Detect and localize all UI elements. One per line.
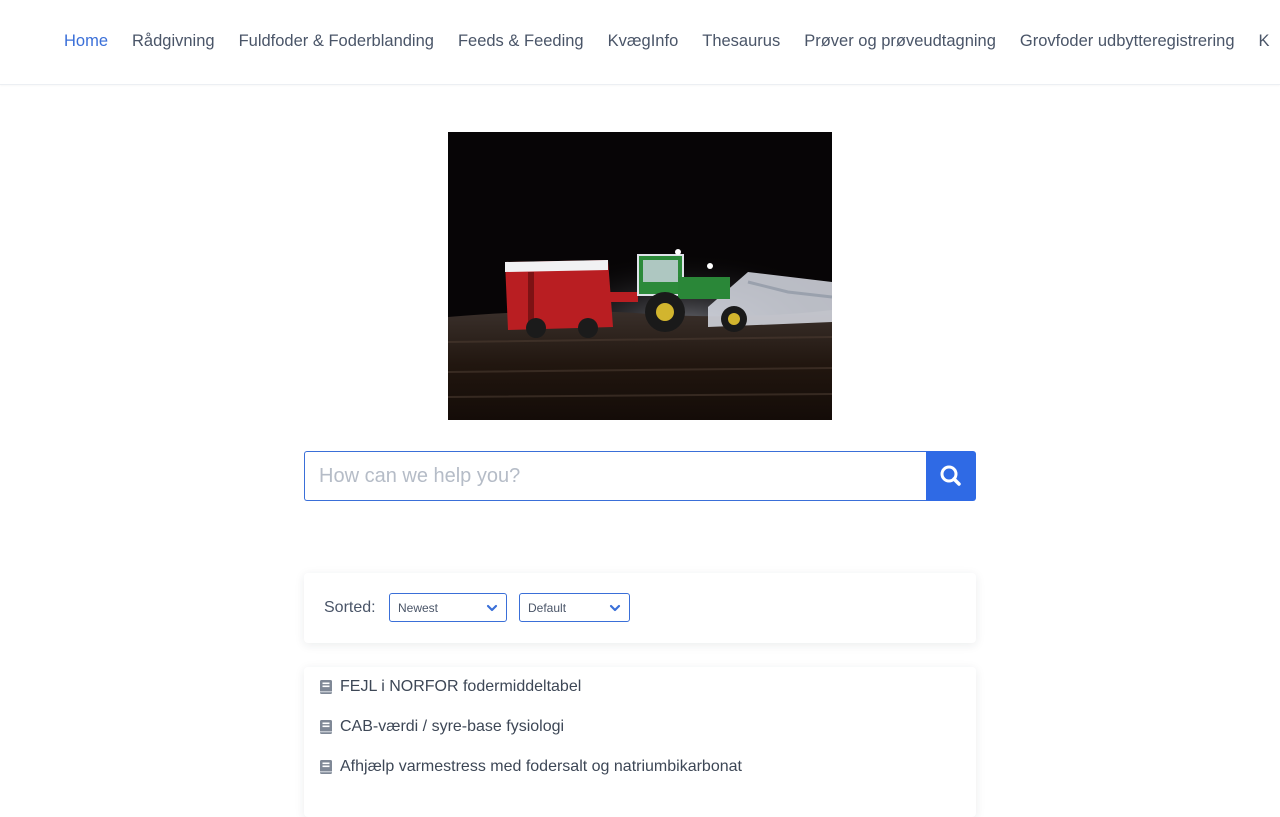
sort-order-value: Newest [398, 601, 439, 615]
nav-item-kvaeginfo[interactable]: KvægInfo [608, 31, 679, 51]
nav-item-radgivning[interactable]: Rådgivning [132, 31, 215, 51]
book-icon [320, 760, 332, 774]
hero-image [448, 132, 832, 420]
sort-view-select[interactable]: Default [519, 593, 630, 622]
article-title: CAB-værdi / syre-base fysiologi [340, 718, 565, 735]
top-navigation: Home Rådgivning Fuldfoder & Foderblandin… [0, 0, 1280, 85]
search-button[interactable] [926, 451, 976, 501]
sort-order-select[interactable]: Newest [389, 593, 507, 622]
article-list: FEJL i NORFOR fodermiddeltabel CAB-værdi… [304, 667, 976, 817]
nav-item-grovfoder[interactable]: Grovfoder udbytteregistrering [1020, 31, 1235, 51]
search-icon [940, 465, 961, 486]
sort-view-value: Default [528, 601, 567, 615]
nav-item-more[interactable]: K [1259, 31, 1270, 51]
sort-bar: Sorted: Newest Default [304, 573, 976, 643]
search-bar [304, 451, 976, 501]
nav-item-home[interactable]: Home [64, 31, 108, 51]
book-icon [320, 680, 332, 694]
nav-menu: Home Rådgivning Fuldfoder & Foderblandin… [64, 31, 1280, 51]
book-icon [320, 720, 332, 734]
chevron-down-icon [609, 604, 621, 612]
nav-item-feeds-feeding[interactable]: Feeds & Feeding [458, 31, 584, 51]
tractor-feed-mixer-photo [448, 132, 832, 420]
search-input[interactable] [304, 451, 927, 501]
article-title: Afhjælp varmestress med fodersalt og nat… [340, 758, 742, 775]
chevron-down-icon [486, 604, 498, 612]
sort-label: Sorted: [324, 599, 376, 616]
nav-item-fuldfoder[interactable]: Fuldfoder & Foderblanding [239, 31, 434, 51]
nav-item-prover[interactable]: Prøver og prøveudtagning [804, 31, 996, 51]
nav-item-thesaurus[interactable]: Thesaurus [702, 31, 780, 51]
article-title: FEJL i NORFOR fodermiddeltabel [340, 678, 582, 695]
